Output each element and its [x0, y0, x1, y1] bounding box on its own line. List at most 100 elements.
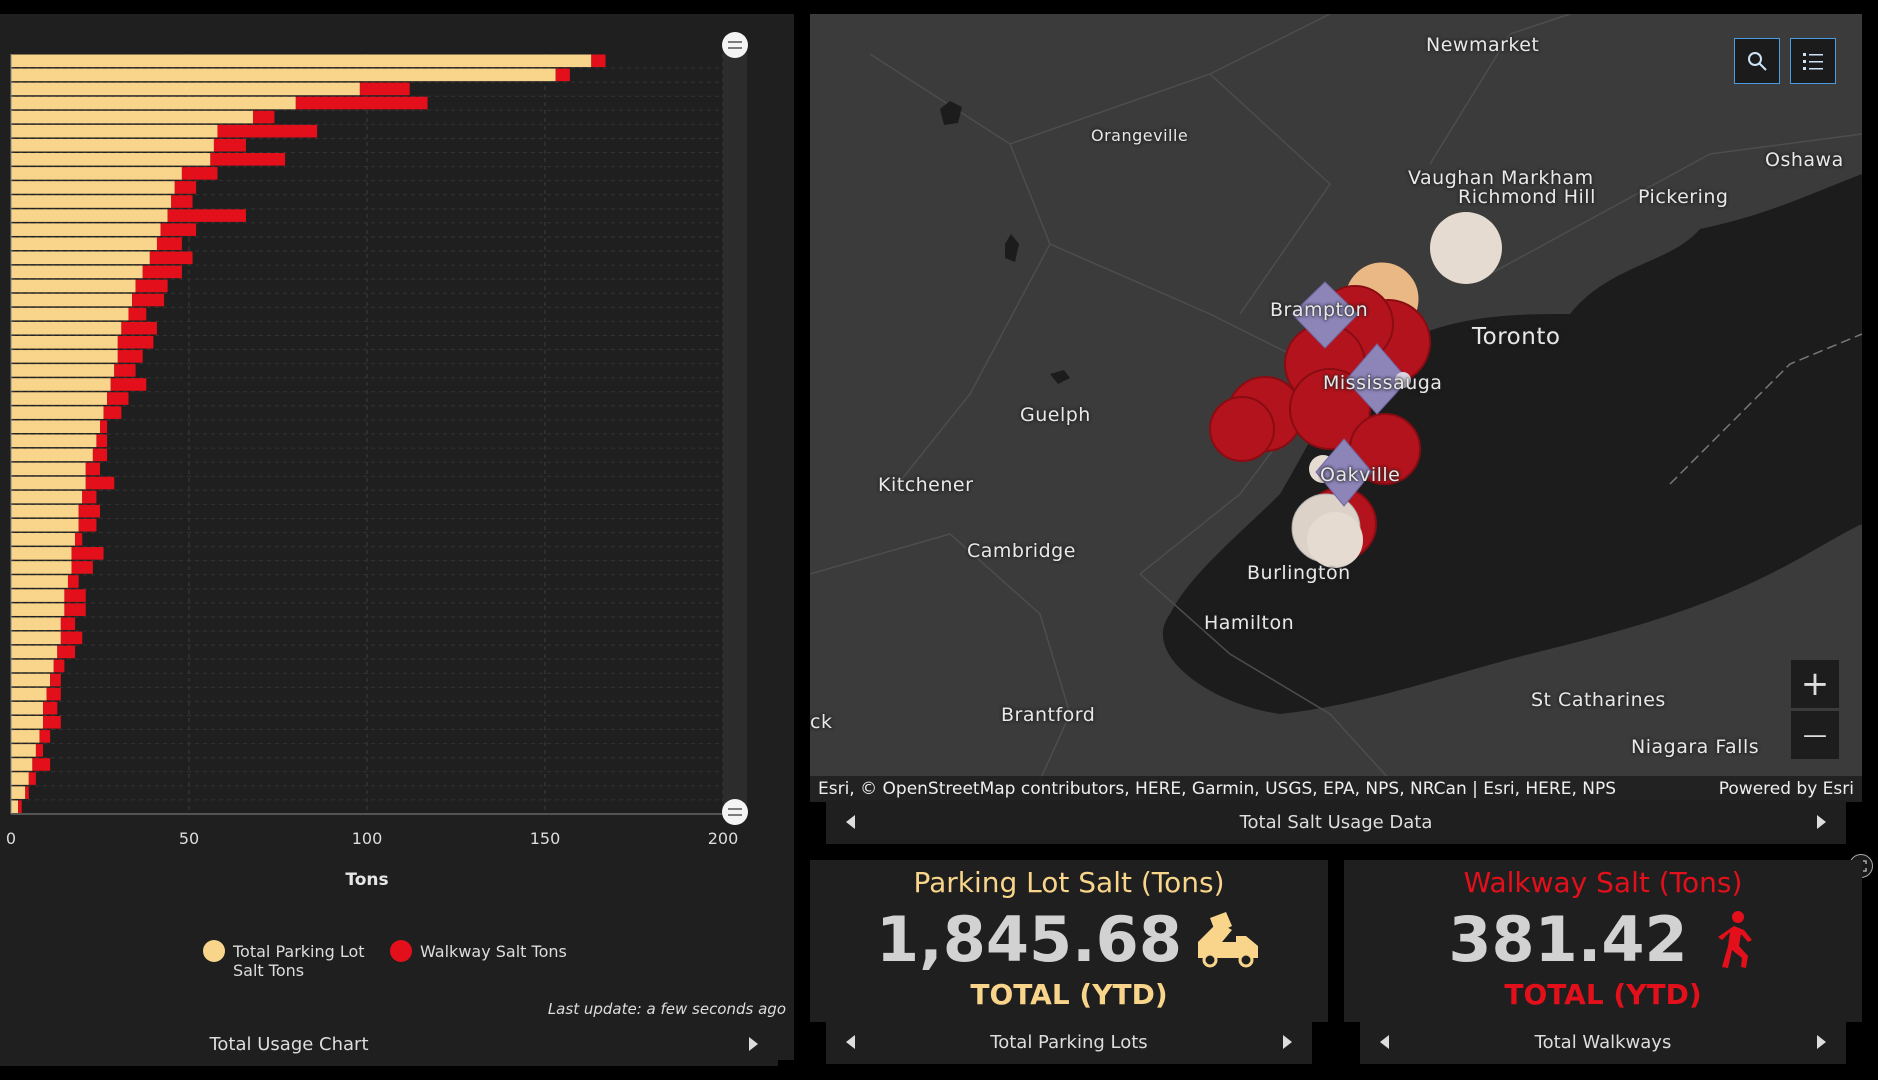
- bar-walkway-segment[interactable]: [295, 96, 428, 110]
- zoom-out-button[interactable]: —: [1791, 711, 1839, 759]
- parking-next-arrow-icon[interactable]: [1283, 1035, 1292, 1049]
- bar-parking-segment[interactable]: [11, 321, 122, 335]
- bar-parking-segment[interactable]: [11, 448, 93, 462]
- bar-parking-segment[interactable]: [11, 645, 58, 659]
- bar-parking-segment[interactable]: [11, 631, 61, 645]
- bar-parking-segment[interactable]: [11, 307, 129, 321]
- salt-usage-map[interactable]: Newmarket Orangeville Vaughan Markham Ri…: [810, 14, 1862, 802]
- chart-scrollbar-track[interactable]: [723, 44, 747, 816]
- bar-parking-segment[interactable]: [11, 209, 168, 222]
- bar-parking-segment[interactable]: [11, 82, 360, 96]
- map-layer-list-button[interactable]: [1790, 38, 1836, 84]
- bar-parking-segment[interactable]: [11, 715, 44, 729]
- bar-parking-segment[interactable]: [11, 68, 556, 82]
- bar-parking-segment[interactable]: [11, 659, 54, 673]
- bar-parking-segment[interactable]: [11, 687, 47, 701]
- bar-walkway-segment[interactable]: [181, 167, 218, 180]
- bar-parking-segment[interactable]: [11, 758, 33, 771]
- bar-parking-segment[interactable]: [11, 547, 72, 560]
- bar-parking-segment[interactable]: [11, 561, 72, 574]
- bar-parking-segment[interactable]: [11, 673, 51, 687]
- bar-parking-segment[interactable]: [11, 124, 218, 138]
- bar-parking-segment[interactable]: [11, 786, 26, 799]
- bar-parking-segment[interactable]: [11, 490, 83, 504]
- bar-parking-segment[interactable]: [11, 518, 79, 532]
- bar-walkway-segment[interactable]: [253, 110, 275, 124]
- bar-parking-segment[interactable]: [11, 138, 214, 152]
- bar-parking-segment[interactable]: [11, 195, 172, 208]
- bar-parking-segment[interactable]: [11, 533, 76, 546]
- legend-item-walkway[interactable]: Walkway Salt Tons: [390, 940, 567, 962]
- bar-walkway-segment[interactable]: [149, 251, 193, 265]
- bar-parking-segment[interactable]: [11, 744, 36, 757]
- bar-walkway-segment[interactable]: [555, 68, 570, 82]
- bar-walkway-segment[interactable]: [128, 307, 147, 321]
- bar-walkway-segment[interactable]: [50, 673, 61, 687]
- bar-parking-segment[interactable]: [11, 378, 111, 391]
- bar-walkway-segment[interactable]: [46, 687, 61, 701]
- bar-walkway-segment[interactable]: [85, 476, 115, 490]
- bar-walkway-segment[interactable]: [43, 701, 58, 715]
- bar-parking-segment[interactable]: [11, 350, 118, 363]
- bar-parking-segment[interactable]: [11, 772, 29, 785]
- bar-walkway-segment[interactable]: [18, 800, 22, 813]
- bar-walkway-segment[interactable]: [92, 448, 108, 462]
- bar-walkway-segment[interactable]: [114, 364, 136, 377]
- bar-parking-segment[interactable]: [11, 701, 44, 715]
- bar-parking-segment[interactable]: [11, 420, 100, 433]
- bar-parking-segment[interactable]: [11, 110, 254, 124]
- bar-parking-segment[interactable]: [11, 181, 175, 194]
- bar-parking-segment[interactable]: [11, 293, 133, 307]
- bar-parking-segment[interactable]: [11, 800, 19, 813]
- bar-parking-segment[interactable]: [11, 251, 150, 265]
- bar-walkway-segment[interactable]: [53, 659, 65, 673]
- bar-parking-segment[interactable]: [11, 476, 86, 490]
- bar-parking-segment[interactable]: [11, 96, 296, 110]
- bar-walkway-segment[interactable]: [39, 730, 51, 743]
- map-next-arrow-icon[interactable]: [1817, 815, 1826, 829]
- bar-parking-segment[interactable]: [11, 575, 68, 588]
- bar-parking-segment[interactable]: [11, 54, 592, 68]
- bar-walkway-segment[interactable]: [71, 561, 93, 574]
- bar-parking-segment[interactable]: [11, 223, 161, 236]
- bar-walkway-segment[interactable]: [82, 490, 97, 504]
- bar-walkway-segment[interactable]: [43, 715, 61, 729]
- bar-walkway-segment[interactable]: [28, 772, 36, 785]
- bar-parking-segment[interactable]: [11, 434, 97, 448]
- bar-parking-segment[interactable]: [11, 279, 136, 293]
- bar-walkway-segment[interactable]: [78, 504, 100, 518]
- map-search-button[interactable]: [1734, 38, 1780, 84]
- bar-parking-segment[interactable]: [11, 730, 40, 743]
- chart-scroll-handle-top[interactable]: [722, 32, 748, 58]
- bar-parking-segment[interactable]: [11, 617, 61, 631]
- bar-parking-segment[interactable]: [11, 335, 118, 349]
- bar-walkway-segment[interactable]: [171, 195, 193, 208]
- bar-walkway-segment[interactable]: [32, 758, 51, 771]
- bar-walkway-segment[interactable]: [60, 631, 83, 645]
- bar-walkway-segment[interactable]: [217, 124, 318, 138]
- bar-walkway-segment[interactable]: [174, 181, 197, 194]
- bar-parking-segment[interactable]: [11, 589, 65, 602]
- bar-parking-segment[interactable]: [11, 364, 115, 377]
- bar-walkway-segment[interactable]: [121, 321, 157, 335]
- bar-walkway-segment[interactable]: [60, 617, 76, 631]
- bar-walkway-segment[interactable]: [117, 335, 154, 349]
- map-prev-arrow-icon[interactable]: [846, 815, 855, 829]
- bar-parking-segment[interactable]: [11, 504, 79, 518]
- walkway-prev-arrow-icon[interactable]: [1380, 1035, 1389, 1049]
- map-point-walkway-light[interactable]: [1430, 212, 1502, 284]
- bar-walkway-segment[interactable]: [160, 223, 197, 236]
- bar-walkway-segment[interactable]: [117, 350, 143, 363]
- chart-next-arrow-icon[interactable]: [749, 1037, 758, 1051]
- bar-walkway-segment[interactable]: [25, 786, 29, 799]
- bar-walkway-segment[interactable]: [78, 518, 97, 532]
- bar-parking-segment[interactable]: [11, 406, 104, 419]
- bar-walkway-segment[interactable]: [64, 589, 86, 602]
- powered-by-esri[interactable]: Powered by Esri: [1719, 779, 1854, 799]
- bar-parking-segment[interactable]: [11, 153, 211, 166]
- walkway-next-arrow-icon[interactable]: [1817, 1035, 1826, 1049]
- chart-scroll-handle-bottom[interactable]: [722, 799, 748, 825]
- zoom-in-button[interactable]: +: [1791, 660, 1839, 708]
- bar-parking-segment[interactable]: [11, 167, 182, 180]
- bar-walkway-segment[interactable]: [156, 237, 182, 251]
